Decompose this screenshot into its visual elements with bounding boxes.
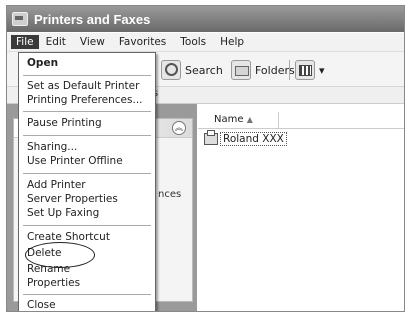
folders-icon bbox=[231, 60, 251, 80]
file-list: Name ▲ Roland XXX bbox=[198, 104, 404, 311]
menu-item-server-properties[interactable]: Server Properties bbox=[19, 193, 155, 205]
search-label: Search bbox=[185, 63, 223, 77]
menu-divider bbox=[23, 111, 151, 112]
menu-divider bbox=[23, 225, 151, 226]
printers-window: Printers and Faxes File Edit View Favori… bbox=[6, 5, 405, 312]
menu-file[interactable]: File bbox=[11, 35, 39, 49]
menu-view[interactable]: View bbox=[73, 36, 112, 48]
menu-tools[interactable]: Tools bbox=[173, 36, 213, 48]
column-divider[interactable] bbox=[278, 112, 279, 128]
window-title: Printers and Faxes bbox=[34, 11, 151, 27]
menu-item-sharing[interactable]: Sharing... bbox=[19, 141, 155, 153]
menu-item-set-default[interactable]: Set as Default Printer bbox=[19, 80, 155, 92]
menu-item-close[interactable]: Close bbox=[19, 299, 155, 311]
menu-item-create-shortcut[interactable]: Create Shortcut bbox=[19, 231, 155, 243]
menu-item-add-printer[interactable]: Add Printer bbox=[19, 179, 155, 191]
collapse-icon[interactable]: ︽ bbox=[172, 121, 186, 135]
menu-divider bbox=[23, 294, 151, 295]
menu-item-setup-faxing[interactable]: Set Up Faxing bbox=[19, 207, 155, 219]
menu-bar: File Edit View Favorites Tools Help bbox=[7, 33, 404, 52]
menu-divider bbox=[23, 135, 151, 136]
menu-item-printing-preferences[interactable]: Printing Preferences... bbox=[19, 94, 155, 106]
menu-item-pause-printing[interactable]: Pause Printing bbox=[19, 117, 155, 129]
views-icon bbox=[295, 60, 315, 80]
menu-divider bbox=[23, 75, 151, 76]
search-button[interactable]: Search bbox=[161, 60, 223, 80]
menu-help[interactable]: Help bbox=[213, 36, 251, 48]
folders-button[interactable]: Folders bbox=[231, 60, 295, 80]
delete-highlight-circle bbox=[25, 242, 95, 268]
views-button[interactable]: ▾ bbox=[295, 60, 325, 80]
menu-edit[interactable]: Edit bbox=[39, 36, 73, 48]
menu-item-properties[interactable]: Properties bbox=[19, 277, 155, 289]
name-column-header[interactable]: Name ▲ bbox=[198, 112, 404, 129]
printer-label: Roland XXX bbox=[220, 132, 287, 146]
menu-item-use-offline[interactable]: Use Printer Offline bbox=[19, 155, 155, 167]
search-icon bbox=[161, 60, 181, 80]
printers-folder-icon bbox=[12, 12, 28, 26]
task-text-fragment: nces bbox=[158, 189, 182, 200]
menu-divider bbox=[23, 173, 151, 174]
title-bar: Printers and Faxes bbox=[7, 6, 404, 32]
menu-item-open[interactable]: Open bbox=[19, 57, 155, 69]
sort-ascending-icon: ▲ bbox=[246, 115, 253, 124]
menu-favorites[interactable]: Favorites bbox=[112, 36, 173, 48]
name-column-label: Name bbox=[214, 114, 244, 125]
printer-icon bbox=[204, 130, 218, 145]
toolbar-separator bbox=[289, 60, 290, 80]
file-menu: Open Set as Default Printer Printing Pre… bbox=[18, 52, 156, 311]
printer-item-roland[interactable]: Roland XXX bbox=[204, 130, 287, 146]
dropdown-arrow-icon: ▾ bbox=[319, 63, 325, 77]
